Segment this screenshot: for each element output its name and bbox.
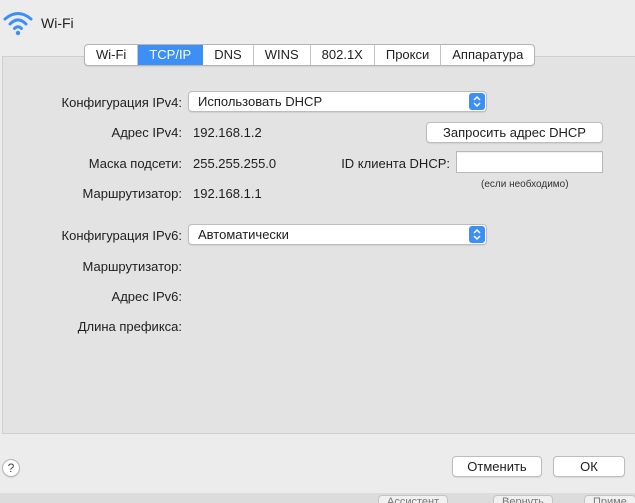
prefix-length-label: Длина префикса: — [77, 319, 182, 334]
ipv6-config-select[interactable]: Автоматически — [188, 224, 487, 245]
tab-bar: Wi-Fi TCP/IP DNS WINS 802.1X Прокси Аппа… — [84, 44, 536, 66]
revert-button[interactable]: Вернуть — [493, 495, 553, 503]
background-window-strip: Ассистент Вернуть Приме — [0, 493, 635, 503]
ipv4-address-label: Адрес IPv4: — [111, 125, 182, 140]
renew-dhcp-button[interactable]: Запросить адрес DHCP — [426, 122, 603, 143]
select-stepper-icon — [469, 226, 485, 243]
ipv4-config-label: Конфигурация IPv4: — [61, 95, 182, 110]
assistant-button[interactable]: Ассистент — [378, 495, 449, 503]
dhcp-client-id-label: ID клиента DHCP: — [341, 156, 450, 171]
select-stepper-icon — [469, 93, 485, 110]
cancel-button[interactable]: Отменить — [452, 456, 542, 477]
wifi-icon — [3, 12, 33, 36]
ipv6-address-label: Адрес IPv6: — [111, 289, 182, 304]
tab-hardware[interactable]: Аппаратура — [441, 45, 534, 65]
tab-proxy[interactable]: Прокси — [375, 45, 442, 65]
window-title: Wi-Fi — [41, 15, 74, 31]
ok-button[interactable]: ОК — [553, 456, 625, 477]
dhcp-client-id-input[interactable] — [456, 151, 603, 173]
ipv4-router-label: Маршрутизатор: — [82, 186, 182, 201]
ipv6-router-label: Маршрутизатор: — [82, 259, 182, 274]
apply-button[interactable]: Приме — [584, 495, 635, 503]
window-header: Wi-Fi — [0, 0, 635, 46]
dhcp-client-id-hint: (если необходимо) — [481, 179, 569, 190]
help-button[interactable]: ? — [2, 459, 20, 477]
tab-dns[interactable]: DNS — [203, 45, 254, 65]
tab-tcpip[interactable]: TCP/IP — [138, 45, 204, 65]
ipv6-config-label: Конфигурация IPv6: — [61, 228, 182, 243]
ipv6-config-value: Автоматически — [198, 227, 289, 242]
settings-panel — [2, 56, 635, 434]
ipv4-config-select[interactable]: Использовать DHCP — [188, 91, 487, 112]
subnet-mask-label: Маска подсети: — [88, 156, 182, 171]
tab-wins[interactable]: WINS — [254, 45, 311, 65]
ipv4-config-value: Использовать DHCP — [198, 94, 323, 109]
ipv4-router-value: 192.168.1.1 — [193, 186, 262, 201]
ipv4-address-value: 192.168.1.2 — [193, 125, 262, 140]
subnet-mask-value: 255.255.255.0 — [193, 156, 277, 171]
tab-8021x[interactable]: 802.1X — [311, 45, 375, 65]
tab-wifi[interactable]: Wi-Fi — [85, 45, 139, 65]
